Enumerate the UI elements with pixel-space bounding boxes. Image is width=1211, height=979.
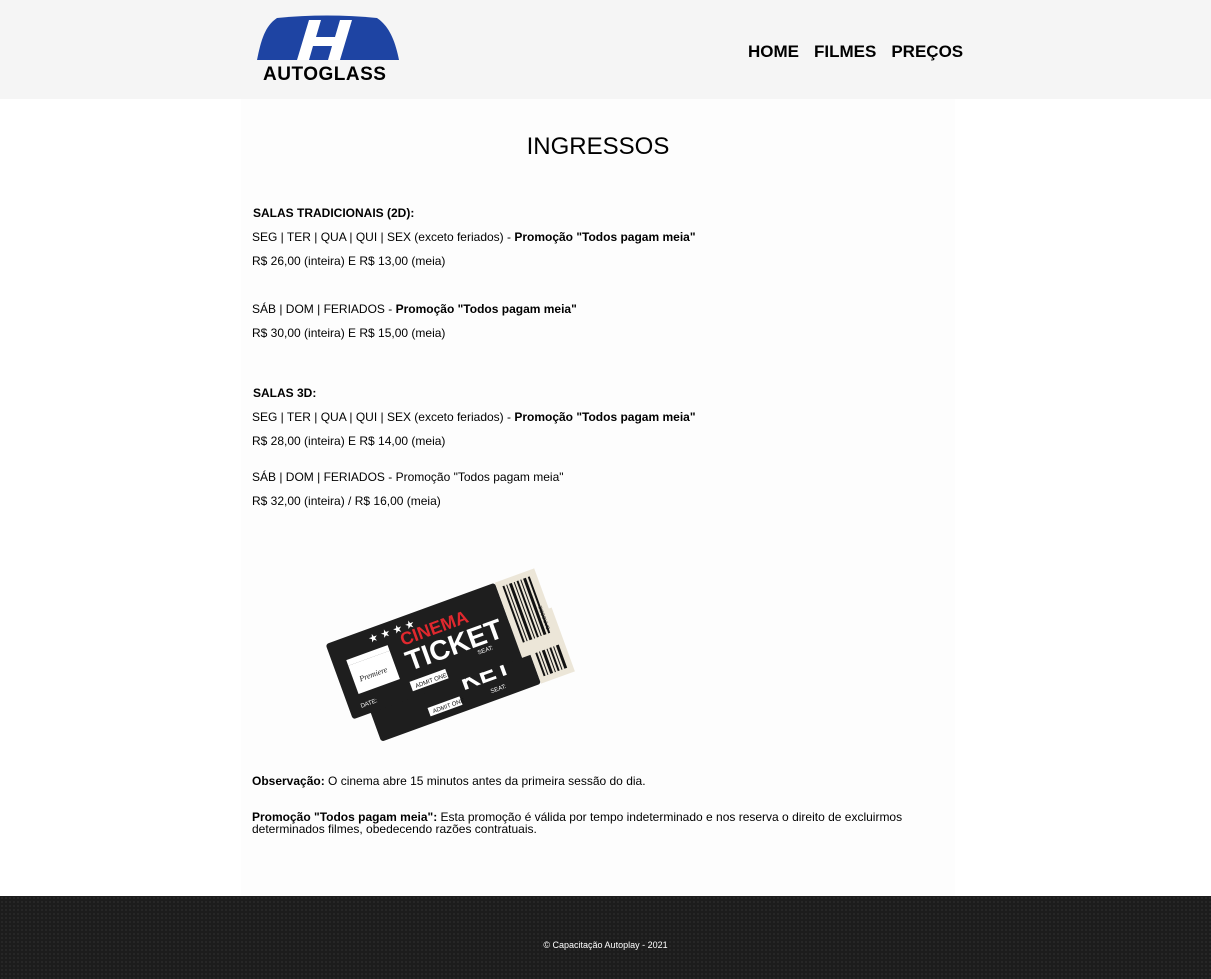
promo-text: Promoção "Todos pagam meia" — [514, 230, 696, 244]
observation-note: Observação: O cinema abre 15 minutos ant… — [252, 775, 932, 787]
promo-text: Promoção "Todos pagam meia" — [514, 410, 696, 424]
price-value-2d-weekend: R$ 30,00 (inteira) E R$ 15,00 (meia) — [252, 326, 446, 340]
main-content: INGRESSOS SALAS TRADICIONAIS (2D): SEG |… — [241, 99, 955, 896]
copyright-text: © Capacitação Autoplay - 2021 — [543, 940, 668, 950]
section-title-2d: SALAS TRADICIONAIS (2D): — [253, 206, 415, 220]
days-text: SÁB | DOM | FERIADOS - — [252, 302, 396, 316]
price-row-2d-weekend: SÁB | DOM | FERIADOS - Promoção "Todos p… — [252, 302, 577, 316]
observation-text: O cinema abre 15 minutos antes da primei… — [324, 774, 646, 788]
cinema-ticket-icon: KET ADMIT ONE SEAT: BARCODE ★ ★ ★ ★ Prem… — [326, 568, 575, 741]
observation-label: Observação: — [252, 774, 325, 788]
logo-text: AUTOGLASS — [263, 64, 387, 85]
nav-filmes[interactable]: FILMES — [814, 43, 876, 61]
price-value-3d-weekend: R$ 32,00 (inteira) / R$ 16,00 (meia) — [252, 494, 441, 508]
days-text: SEG | TER | QUA | QUI | SEX (exceto feri… — [252, 230, 515, 244]
price-value-2d-weekday: R$ 26,00 (inteira) E R$ 13,00 (meia) — [252, 254, 446, 268]
price-value-3d-weekday: R$ 28,00 (inteira) E R$ 14,00 (meia) — [252, 434, 446, 448]
price-row-2d-weekday: SEG | TER | QUA | QUI | SEX (exceto feri… — [252, 230, 696, 244]
main-nav: HOME FILMES PREÇOS — [748, 43, 978, 61]
page-title: INGRESSOS — [526, 133, 670, 160]
autoglass-logo[interactable]: AUTOGLASS — [251, 14, 403, 84]
site-header: AUTOGLASS HOME FILMES PREÇOS — [0, 0, 1211, 99]
price-row-3d-weekday: SEG | TER | QUA | QUI | SEX (exceto feri… — [252, 410, 696, 424]
nav-precos[interactable]: PREÇOS — [891, 43, 963, 61]
cinema-ticket-image: KET ADMIT ONE SEAT: BARCODE ★ ★ ★ ★ Prem… — [311, 543, 581, 753]
nav-home[interactable]: HOME — [748, 43, 799, 61]
price-row-3d-weekend: SÁB | DOM | FERIADOS - Promoção "Todos p… — [252, 470, 564, 484]
days-text: SEG | TER | QUA | QUI | SEX (exceto feri… — [252, 410, 515, 424]
section-title-3d: SALAS 3D: — [253, 386, 317, 400]
site-footer: © Capacitação Autoplay - 2021 — [0, 896, 1211, 979]
promo-text: Promoção "Todos pagam meia" — [395, 302, 577, 316]
promotion-note: Promoção "Todos pagam meia": Esta promoç… — [252, 811, 932, 835]
